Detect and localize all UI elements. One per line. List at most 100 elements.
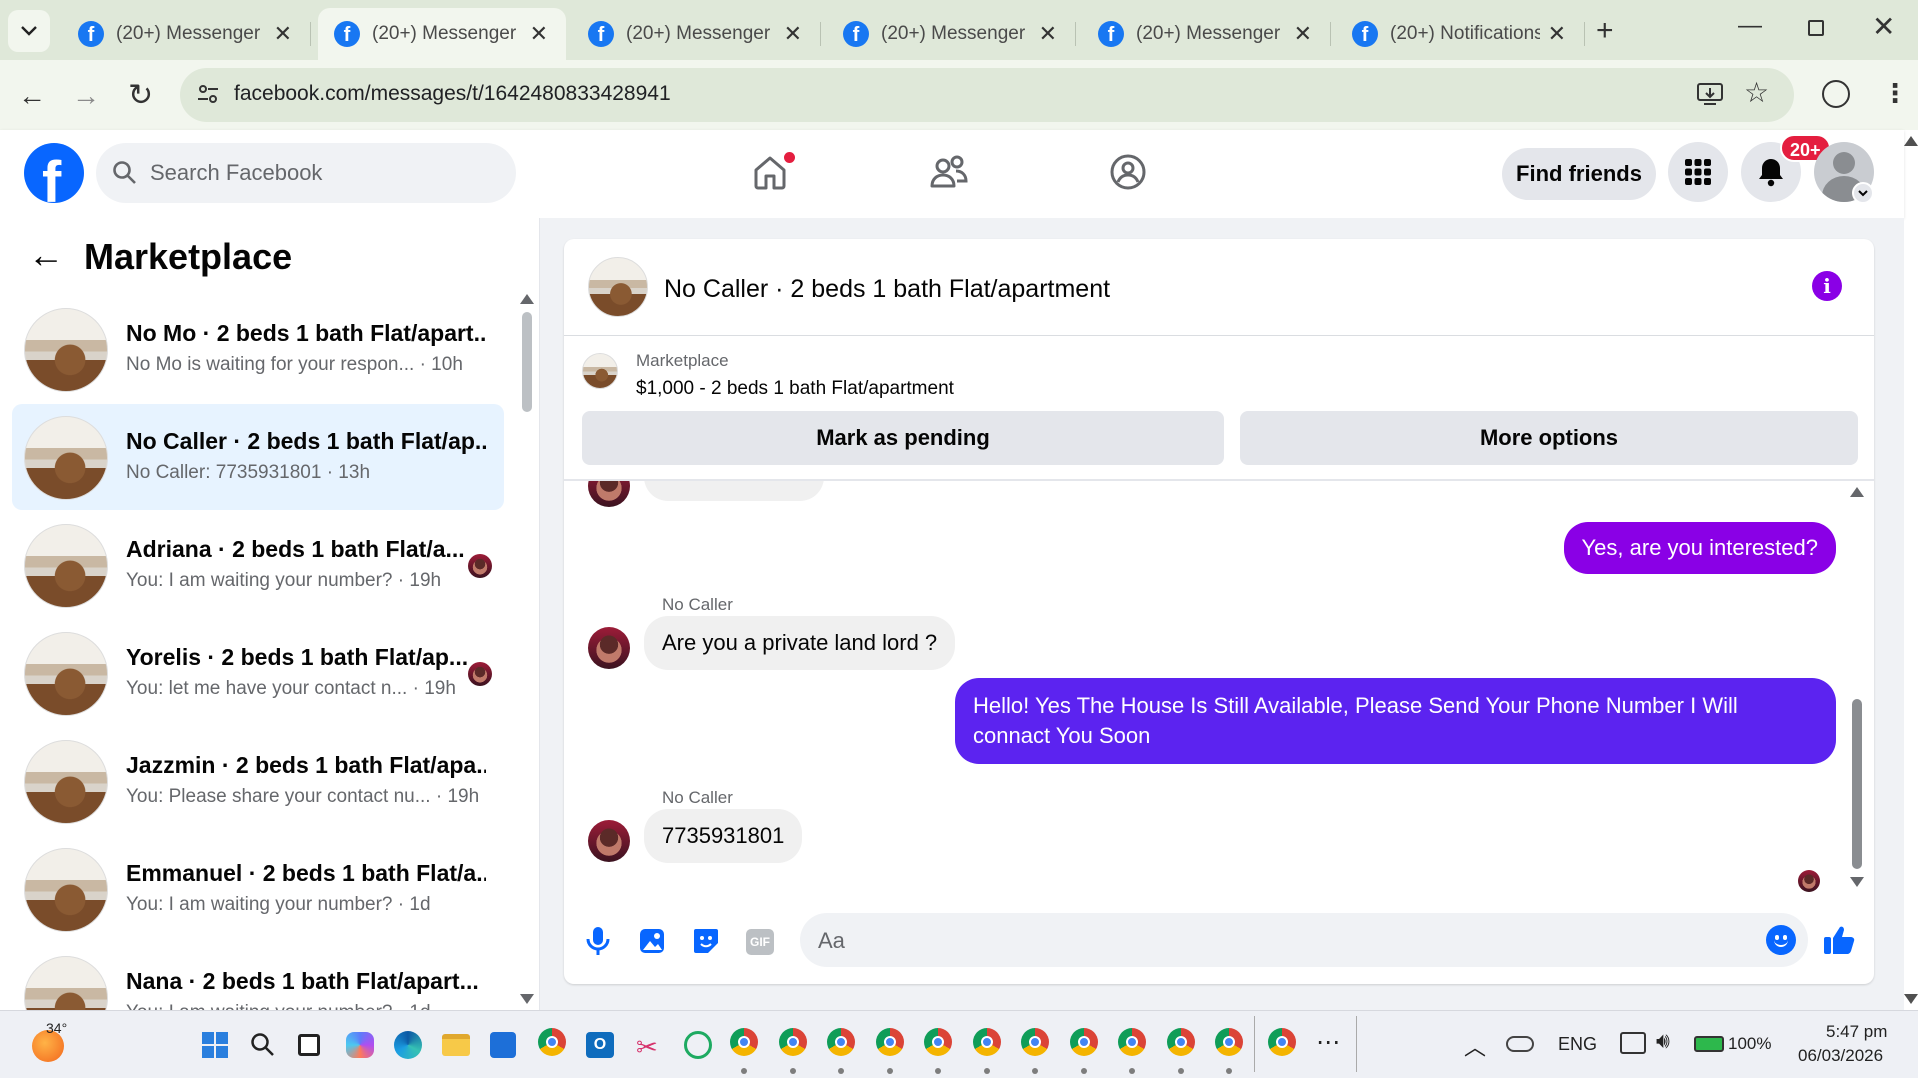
browser-tab[interactable]: f (20+) Messenger | ✕ (827, 8, 1076, 60)
onedrive-icon[interactable] (1506, 1036, 1534, 1052)
network-icon[interactable] (1620, 1032, 1646, 1054)
message-outgoing[interactable]: Hello! Yes The House Is Still Available,… (955, 678, 1836, 764)
listing-summary[interactable]: $1,000 - 2 beds 1 bath Flat/apartment (636, 378, 954, 400)
chrome-window-icon[interactable] (1019, 1026, 1051, 1058)
task-view-icon[interactable] (298, 1034, 320, 1056)
chrome-icon[interactable] (536, 1026, 568, 1058)
chat-scrollbar[interactable] (1852, 699, 1862, 869)
conversation-item[interactable]: No Mo · 2 beds 1 bath Flat/apart... No Mo… (12, 296, 504, 402)
chat-title[interactable]: No Caller · 2 beds 1 bath Flat/apartment (664, 275, 1110, 304)
like-thumb-icon[interactable] (1822, 923, 1856, 957)
edge-icon[interactable] (394, 1031, 422, 1059)
gif-icon[interactable]: GIF (746, 929, 774, 955)
sidebar-scrollbar[interactable] (522, 312, 532, 412)
chrome-window-icon[interactable] (1116, 1026, 1148, 1058)
chrome-window-icon[interactable] (874, 1026, 906, 1058)
store-icon[interactable] (490, 1032, 516, 1058)
reload-button[interactable]: ↻ (128, 78, 153, 113)
new-tab-button[interactable]: + (1596, 14, 1614, 48)
find-friends-button[interactable]: Find friends (1502, 148, 1656, 200)
chrome-window-icon[interactable] (971, 1026, 1003, 1058)
close-tab-icon[interactable]: ✕ (274, 21, 292, 47)
conversation-item[interactable]: Jazzmin · 2 beds 1 bath Flat/apa... You: … (12, 728, 504, 834)
message-incoming[interactable]: Are you a private land lord ? (644, 616, 956, 670)
facebook-logo[interactable]: f (24, 143, 84, 203)
clock-date[interactable]: 06/03/2026 (1798, 1046, 1883, 1066)
battery-icon[interactable] (1694, 1036, 1724, 1052)
start-windows-icon[interactable] (202, 1032, 228, 1058)
chat-scroll-up-icon[interactable] (1850, 487, 1864, 497)
chat-header-avatar[interactable] (588, 257, 648, 317)
clock-time[interactable]: 5:47 pm (1826, 1022, 1887, 1042)
menu-grid-button[interactable] (1668, 142, 1728, 202)
close-tab-icon[interactable]: ✕ (1294, 21, 1312, 47)
photo-icon[interactable] (638, 927, 666, 955)
account-chevron-icon[interactable] (1852, 182, 1874, 204)
sender-avatar[interactable] (588, 820, 630, 862)
browser-tab[interactable]: f (20+) Messenger | ✕ (318, 8, 566, 60)
browser-tab[interactable]: f (20+) Messenger | ✕ (1082, 8, 1331, 60)
sidebar-scroll-down-icon[interactable] (520, 994, 534, 1004)
chrome-window-icon[interactable] (1165, 1026, 1197, 1058)
close-window-button[interactable]: ✕ (1872, 10, 1895, 43)
outlook-icon[interactable]: O (586, 1032, 614, 1058)
tab-list-dropdown[interactable] (8, 10, 50, 52)
message-outgoing[interactable]: Yes, are you interested? (1563, 522, 1836, 574)
conversation-item[interactable]: Yorelis · 2 beds 1 bath Flat/ap... You: l… (12, 620, 504, 726)
conversation-item[interactable]: Nana · 2 beds 1 bath Flat/apart... You: I… (12, 944, 504, 1010)
chrome-window-icon[interactable] (922, 1026, 954, 1058)
language-indicator[interactable]: ENG (1558, 1034, 1597, 1055)
browser-tab[interactable]: f (20+) Notifications ✕ (1336, 8, 1585, 60)
sidebar-scroll-up-icon[interactable] (520, 294, 534, 304)
conversation-item[interactable]: No Caller · 2 beds 1 bath Flat/ap... No C… (12, 404, 504, 510)
copilot-icon[interactable] (346, 1032, 374, 1058)
snipping-tool-icon[interactable]: ✂ (636, 1032, 658, 1063)
show-hidden-icons[interactable]: ︿ (1464, 1030, 1486, 1062)
search-input[interactable]: Search Facebook (150, 160, 322, 186)
url-text[interactable]: facebook.com/messages/t/1642480833428941 (234, 82, 671, 106)
emoji-icon[interactable] (1766, 925, 1796, 955)
more-apps-icon[interactable]: ⋯ (1316, 1028, 1340, 1057)
conversation-item[interactable]: Adriana · 2 beds 1 bath Flat/a... You: I … (12, 512, 504, 618)
back-arrow-icon[interactable]: ← (28, 234, 64, 276)
chrome-icon[interactable] (1266, 1026, 1298, 1058)
browser-tab[interactable]: f (20+) Messenger | ✕ (572, 8, 821, 60)
microphone-icon[interactable] (584, 925, 612, 957)
back-button[interactable]: ← (18, 80, 46, 112)
file-explorer-icon[interactable] (442, 1034, 470, 1056)
friends-icon[interactable] (928, 152, 970, 192)
install-app-icon[interactable] (1696, 80, 1724, 108)
message-incoming[interactable]: 7735931801 (644, 809, 803, 863)
taskbar-search-icon[interactable] (250, 1032, 276, 1058)
volume-icon[interactable]: 🔊︎ (1656, 1028, 1670, 1054)
bookmark-star-icon[interactable]: ☆ (1744, 76, 1769, 109)
chat-scroll-down-icon[interactable] (1850, 877, 1864, 887)
restore-button[interactable] (1808, 20, 1824, 36)
browser-menu-icon[interactable]: ⋮ (1882, 78, 1908, 109)
listing-thumbnail[interactable] (582, 353, 618, 389)
conversation-item[interactable]: Emmanuel · 2 beds 1 bath Flat/a... You: I… (12, 836, 504, 942)
chrome-window-icon[interactable] (1068, 1026, 1100, 1058)
page-scroll-up-icon[interactable] (1904, 136, 1918, 146)
forward-button[interactable]: → (72, 80, 100, 112)
chrome-window-icon[interactable] (728, 1026, 760, 1058)
close-tab-icon[interactable]: ✕ (1039, 21, 1057, 47)
groups-icon[interactable] (1108, 152, 1148, 192)
chrome-window-icon[interactable] (1213, 1026, 1245, 1058)
profile-icon[interactable] (1822, 80, 1850, 108)
chrome-window-icon[interactable] (825, 1026, 857, 1058)
sticker-icon[interactable] (692, 927, 720, 955)
whatsapp-icon[interactable] (684, 1031, 712, 1059)
chrome-window-icon[interactable] (777, 1026, 809, 1058)
more-options-button[interactable]: More options (1240, 411, 1858, 465)
browser-tab[interactable]: f (20+) Messenger | ✕ (62, 8, 311, 60)
close-tab-icon[interactable]: ✕ (784, 21, 802, 47)
close-tab-icon[interactable]: ✕ (1548, 21, 1566, 47)
sender-avatar[interactable] (588, 627, 630, 669)
close-tab-icon[interactable]: ✕ (530, 21, 548, 47)
info-icon[interactable]: i (1812, 271, 1842, 301)
site-info-icon[interactable] (196, 82, 220, 106)
minimize-button[interactable]: — (1738, 12, 1762, 40)
mark-as-pending-button[interactable]: Mark as pending (582, 411, 1224, 465)
message-input[interactable] (800, 913, 1808, 967)
